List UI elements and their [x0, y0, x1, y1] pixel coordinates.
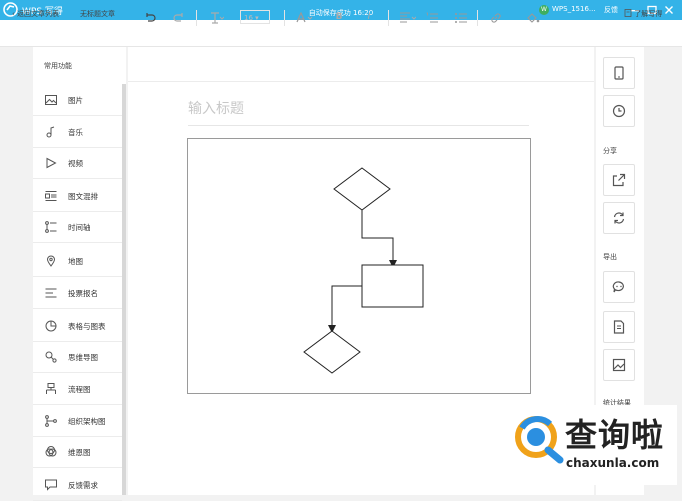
sidebar-item-video[interactable]: 视频 — [33, 147, 122, 179]
toolbar-separator — [477, 10, 478, 26]
timeline-icon — [45, 221, 57, 233]
sidebar-item-timeline[interactable]: 时间轴 — [33, 211, 122, 243]
sidebar-item-venn[interactable]: 维恩图 — [33, 436, 122, 468]
sidebar-item-label: 地图 — [68, 257, 83, 266]
undo-icon[interactable] — [144, 12, 156, 24]
clock-icon — [612, 104, 626, 118]
flowchart-connector-2 — [328, 285, 362, 333]
flowchart-decision-top[interactable] — [333, 167, 391, 211]
image-icon — [45, 95, 57, 105]
back-label: 返回文章列表 — [17, 10, 60, 18]
flowchart-icon — [46, 383, 56, 394]
sidebar-item-org-chart[interactable]: 组织架构图 — [33, 405, 122, 437]
mindmap-icon — [45, 351, 57, 363]
share-section-label: 分享 — [603, 147, 617, 155]
sidebar-item-label: 流程图 — [68, 385, 91, 394]
sidebar-scrollbar[interactable] — [122, 84, 126, 495]
history-button[interactable] — [603, 95, 635, 127]
learn-link[interactable]: 了解写得 — [624, 9, 662, 19]
sidebar-item-chart[interactable]: 表格与图表 — [33, 310, 122, 342]
feedback-link[interactable]: 反馈 — [604, 5, 618, 15]
user-avatar[interactable]: W — [539, 5, 549, 15]
magnifier-logo-icon — [515, 416, 564, 464]
sync-button[interactable] — [603, 202, 635, 234]
chart-icon — [45, 320, 57, 332]
share-icon — [612, 173, 626, 187]
flowchart-canvas[interactable] — [187, 138, 531, 394]
user-name[interactable]: WPS_1516... — [552, 5, 596, 13]
italic-icon[interactable]: I — [364, 12, 374, 24]
heading-icon[interactable] — [210, 12, 224, 24]
close-icon[interactable] — [663, 4, 675, 16]
sidebar-item-mindmap[interactable]: 思维导图 — [33, 341, 122, 373]
sidebar-item-label: 思维导图 — [68, 353, 98, 362]
sidebar-item-vote[interactable]: 投票报名 — [33, 277, 122, 309]
watermark-text: 查询啦 — [565, 416, 665, 454]
link-icon[interactable] — [490, 12, 502, 24]
sidebar-item-map[interactable]: 地图 — [33, 245, 122, 277]
mobile-preview-button[interactable] — [603, 57, 635, 89]
flowchart-connector-1 — [361, 210, 397, 268]
export-image-button[interactable] — [603, 349, 635, 381]
sidebar-title: 常用功能 — [44, 62, 72, 70]
title-divider — [188, 125, 529, 126]
back-to-list-link[interactable]: ‹ 返回文章列表 — [12, 9, 59, 19]
feedback-icon — [45, 479, 57, 491]
phone-icon — [614, 66, 624, 80]
sidebar-item-label: 组织架构图 — [68, 417, 106, 426]
toolbar-separator — [284, 10, 285, 26]
learn-label: 了解写得 — [634, 10, 663, 18]
toolbar-separator — [388, 10, 389, 26]
video-icon — [46, 157, 57, 169]
font-color-icon[interactable] — [296, 12, 314, 24]
sidebar-item-layout[interactable]: 图文混排 — [33, 180, 122, 212]
refresh-icon — [613, 212, 625, 224]
sidebar-item-label: 维恩图 — [68, 448, 91, 457]
sidebar-item-music[interactable]: 音乐 — [33, 116, 122, 148]
sidebar-item-flowchart[interactable]: 流程图 — [33, 373, 122, 405]
layout-icon — [45, 191, 57, 201]
document-name: 无标题文章 — [80, 10, 115, 18]
sidebar-item-label: 图文混排 — [68, 192, 98, 201]
sidebar-item-label: 音乐 — [68, 128, 83, 137]
top-bar — [0, 20, 682, 47]
share-button[interactable] — [603, 164, 635, 196]
export-wechat-button[interactable] — [603, 271, 635, 303]
sidebar-item-image[interactable]: 图片 — [33, 84, 122, 116]
sidebar-item-label: 图片 — [68, 96, 83, 105]
align-icon[interactable] — [400, 12, 416, 24]
image-export-icon — [612, 358, 626, 372]
redo-icon[interactable] — [173, 12, 185, 24]
format-toolbar — [128, 47, 594, 82]
ordered-list-icon[interactable] — [426, 12, 438, 24]
font-size-value: 16 — [244, 14, 253, 22]
toolbar-separator — [196, 10, 197, 26]
title-input[interactable]: 输入标题 — [188, 98, 244, 118]
sidebar-item-label: 反馈需求 — [68, 481, 98, 490]
org-chart-icon — [45, 415, 57, 427]
sidebar-item-feedback[interactable]: 反馈需求 — [33, 469, 122, 501]
paint-bucket-icon[interactable] — [526, 12, 540, 24]
flowchart-process-box[interactable] — [361, 264, 424, 308]
music-icon — [46, 126, 55, 138]
font-size-select[interactable]: 16 ▾ — [240, 10, 270, 24]
sidebar-item-label: 时间轴 — [68, 223, 91, 232]
vote-icon — [45, 288, 57, 298]
sidebar-item-label: 表格与图表 — [68, 322, 106, 331]
bullet-list-icon[interactable] — [455, 12, 467, 24]
map-pin-icon — [46, 255, 56, 267]
export-document-button[interactable] — [603, 311, 635, 343]
book-icon — [624, 9, 632, 17]
chevron-down-icon: ▾ — [255, 14, 259, 22]
export-section-label: 导出 — [603, 253, 617, 261]
flowchart-decision-bottom[interactable] — [303, 330, 361, 374]
watermark-url: chaxunla.com — [566, 456, 660, 470]
sidebar-item-label: 视频 — [68, 159, 83, 168]
document-icon — [613, 320, 625, 334]
sidebar-item-label: 投票报名 — [68, 289, 98, 298]
venn-icon — [45, 446, 57, 457]
chat-bubble-icon — [612, 281, 624, 293]
bold-icon[interactable]: B — [334, 12, 344, 24]
flowchart-diagram — [303, 167, 424, 374]
